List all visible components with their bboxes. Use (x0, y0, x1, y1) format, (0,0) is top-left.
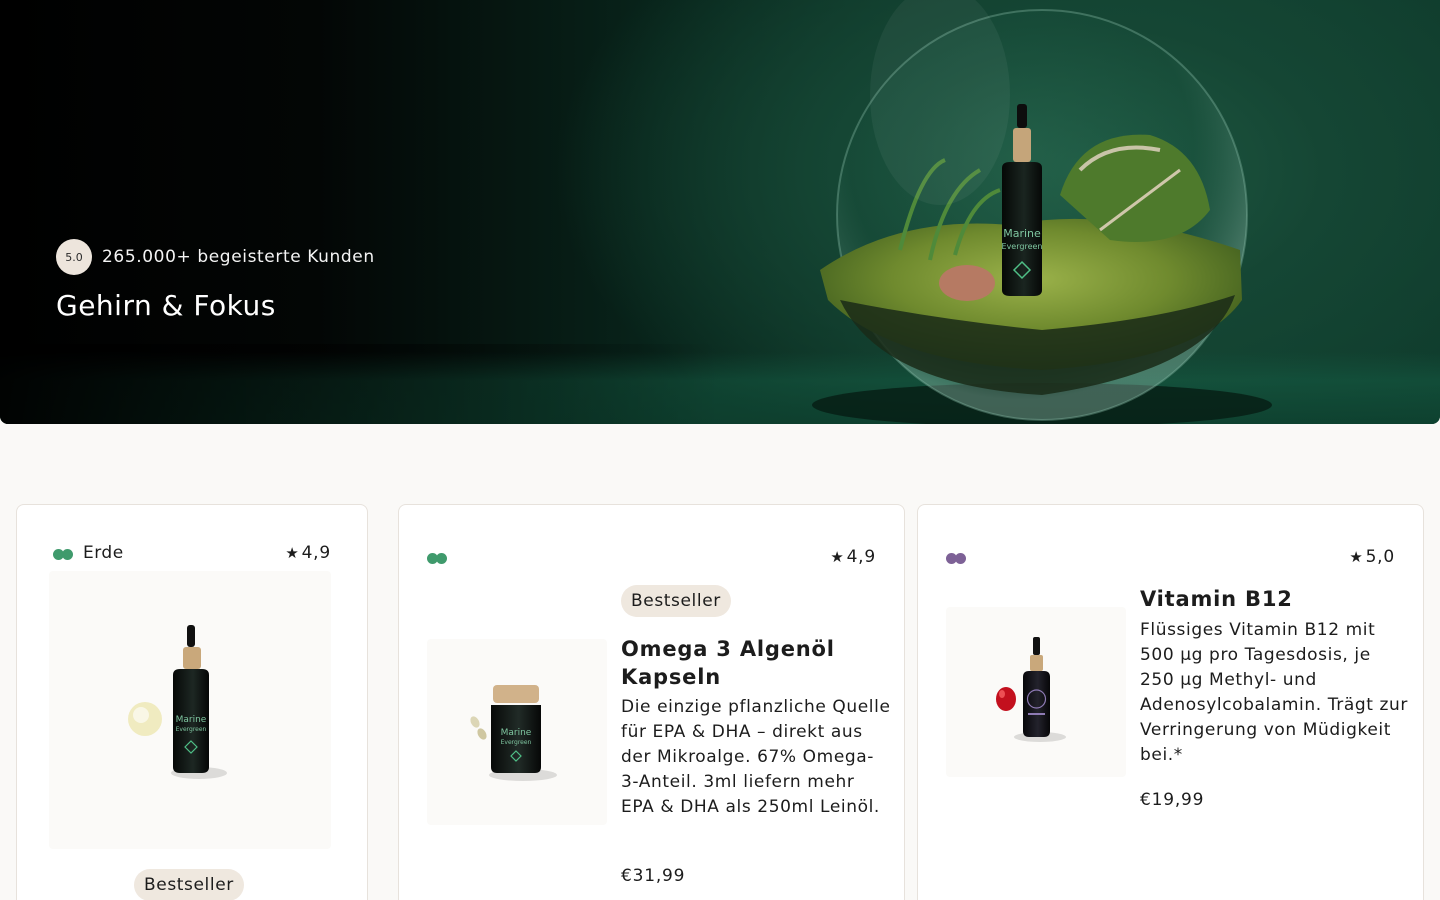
product-price: €31,99 (621, 866, 686, 886)
star-icon: ★ (285, 544, 300, 562)
hero-banner[interactable]: Marine Evergreen 5.0 265.000+ begeistert… (0, 0, 1440, 424)
rating-score-badge: 5.0 (56, 239, 92, 275)
hero-title: Gehirn & Fokus (56, 289, 276, 322)
capsule-jar-image[interactable]: Marine Evergreen (427, 639, 607, 825)
product-card[interactable]: Erde ★ 4,9 Marine Evergreen Bestseller (16, 504, 368, 900)
hero-rating: 5.0 265.000+ begeisterte Kunden (56, 239, 375, 275)
product-rating: ★ 4,9 (285, 543, 331, 563)
category-dots-icon (946, 553, 966, 564)
rating-value: 4,9 (846, 547, 876, 567)
product-title[interactable]: Vitamin B12 (1140, 585, 1410, 613)
product-card[interactable]: ★ 4,9 Bestseller Marine Evergreen Omega 3… (398, 504, 905, 900)
svg-text:Marine: Marine (1003, 227, 1041, 240)
product-card[interactable]: ★ 5,0 Vitamin B12 Flüssiges Vitamin B12 m… (917, 504, 1424, 900)
product-title[interactable]: Omega 3 Algenöl Kapseln (621, 635, 861, 691)
rating-value: 4,9 (301, 543, 331, 563)
svg-text:Evergreen: Evergreen (176, 726, 207, 733)
bestseller-badge: Bestseller (621, 585, 731, 617)
product-rating: ★ 4,9 (830, 547, 876, 567)
star-icon: ★ (1349, 548, 1364, 566)
category-label: Erde (83, 543, 124, 563)
customer-count-text: 265.000+ begeisterte Kunden (102, 247, 375, 267)
b12-bottle-image[interactable] (946, 607, 1126, 777)
product-rating: ★ 5,0 (1349, 547, 1395, 567)
category-dots-icon (53, 549, 73, 560)
svg-text:Marine: Marine (176, 715, 207, 725)
rating-value: 5,0 (1365, 547, 1395, 567)
star-icon: ★ (830, 548, 845, 566)
product-description: Die einzige pflanzliche Quelle für EPA &… (621, 697, 891, 817)
svg-text:Evergreen: Evergreen (501, 739, 532, 746)
terrarium-bottle-image: Marine Evergreen (780, 0, 1300, 424)
bestseller-badge: Bestseller (134, 869, 244, 900)
hero-floor-shadow (0, 344, 720, 424)
svg-text:Marine: Marine (501, 728, 532, 738)
product-description: Flüssiges Vitamin B12 mit 500 µg pro Tag… (1140, 620, 1408, 765)
svg-text:Evergreen: Evergreen (1002, 242, 1043, 251)
dropper-bottle-image[interactable]: Marine Evergreen (49, 571, 331, 849)
category-dots-icon (427, 553, 447, 564)
product-price: €19,99 (1140, 790, 1205, 810)
